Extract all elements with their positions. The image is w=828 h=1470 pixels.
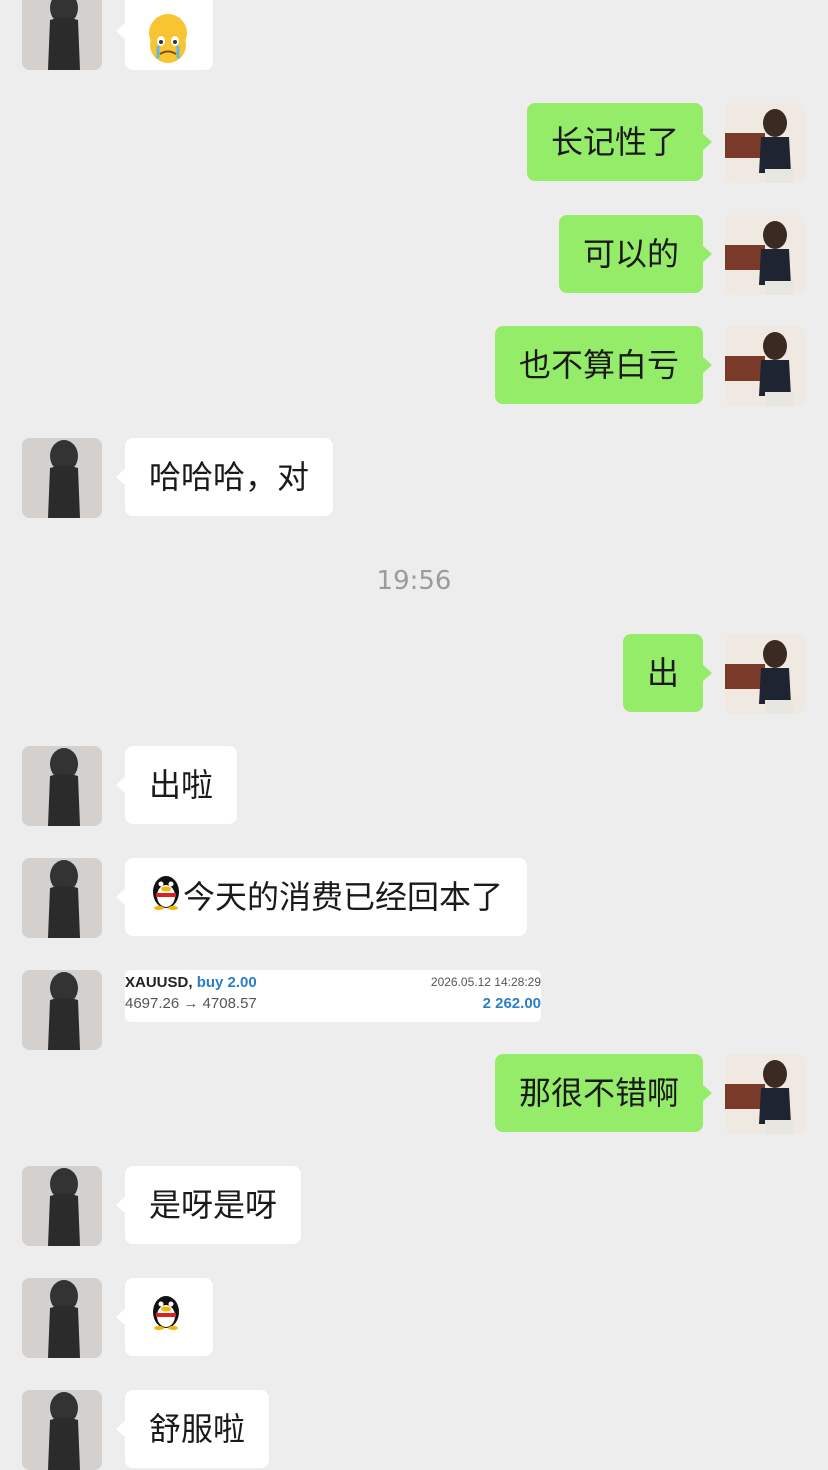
message-bubble-received[interactable] (116, 1278, 213, 1358)
contact-avatar[interactable] (22, 970, 102, 1050)
my-avatar[interactable] (725, 1054, 805, 1134)
my-avatar[interactable] (725, 103, 805, 183)
contact-avatar[interactable] (22, 0, 102, 70)
trade-symbol: XAUUSD, buy 2.00 (125, 974, 257, 991)
my-avatar-image (725, 215, 805, 295)
message-bubble-received[interactable]: 出啦 (115, 746, 238, 824)
contact-avatar[interactable] (22, 438, 102, 518)
message-bubble-received[interactable] (116, 0, 213, 70)
message-bubble-received[interactable]: 是呀是呀 (115, 1166, 302, 1244)
contact-avatar-image (22, 1166, 102, 1246)
contact-avatar[interactable] (22, 1166, 102, 1246)
my-avatar[interactable] (725, 326, 805, 406)
contact-avatar-image (22, 746, 102, 826)
contact-avatar[interactable] (22, 1390, 102, 1470)
message-bubble-sent[interactable]: 长记性了 (526, 103, 713, 181)
message-bubble-sent[interactable]: 那很不错啊 (494, 1054, 713, 1132)
trade-price-move: 4697.26 → 4708.57 (125, 995, 257, 1012)
my-avatar-image (725, 103, 805, 183)
my-avatar-image (725, 326, 805, 406)
contact-avatar-image (22, 0, 102, 70)
my-avatar-image (725, 1054, 805, 1134)
crying-face-emoji-icon (149, 14, 187, 63)
message-bubble-received[interactable]: 舒服啦 (115, 1390, 270, 1468)
message-bubble-received[interactable]: 哈哈哈，对 (115, 438, 334, 516)
chat-timestamp: 19:56 (376, 566, 452, 596)
message-bubble-sent[interactable]: 可以的 (558, 215, 713, 293)
contact-avatar[interactable] (22, 746, 102, 826)
qq-penguin-icon (149, 860, 183, 938)
contact-avatar[interactable] (22, 1278, 102, 1358)
my-avatar-image (725, 634, 805, 714)
contact-avatar[interactable] (22, 858, 102, 938)
message-bubble-sent[interactable]: 也不算白亏 (494, 326, 713, 404)
message-bubble-sent[interactable]: 出 (622, 634, 713, 712)
message-text: 今天的消费已经回本了 (183, 878, 504, 916)
contact-avatar-image (22, 970, 102, 1050)
my-avatar[interactable] (725, 634, 805, 714)
contact-avatar-image (22, 438, 102, 518)
trade-datetime: 2026.05.12 14:28:29 (430, 975, 541, 989)
qq-penguin-icon (149, 1280, 183, 1358)
contact-avatar-image (22, 858, 102, 938)
my-avatar[interactable] (725, 215, 805, 295)
trade-screenshot-card[interactable]: XAUUSD, buy 2.00 2026.05.12 14:28:29 469… (125, 970, 541, 1022)
message-bubble-received[interactable]: 今天的消费已经回本了 (115, 858, 528, 938)
trade-profit: 2 262.00 (482, 995, 541, 1012)
trade-side: buy 2.00 (196, 974, 257, 991)
contact-avatar-image (22, 1278, 102, 1358)
contact-avatar-image (22, 1390, 102, 1470)
